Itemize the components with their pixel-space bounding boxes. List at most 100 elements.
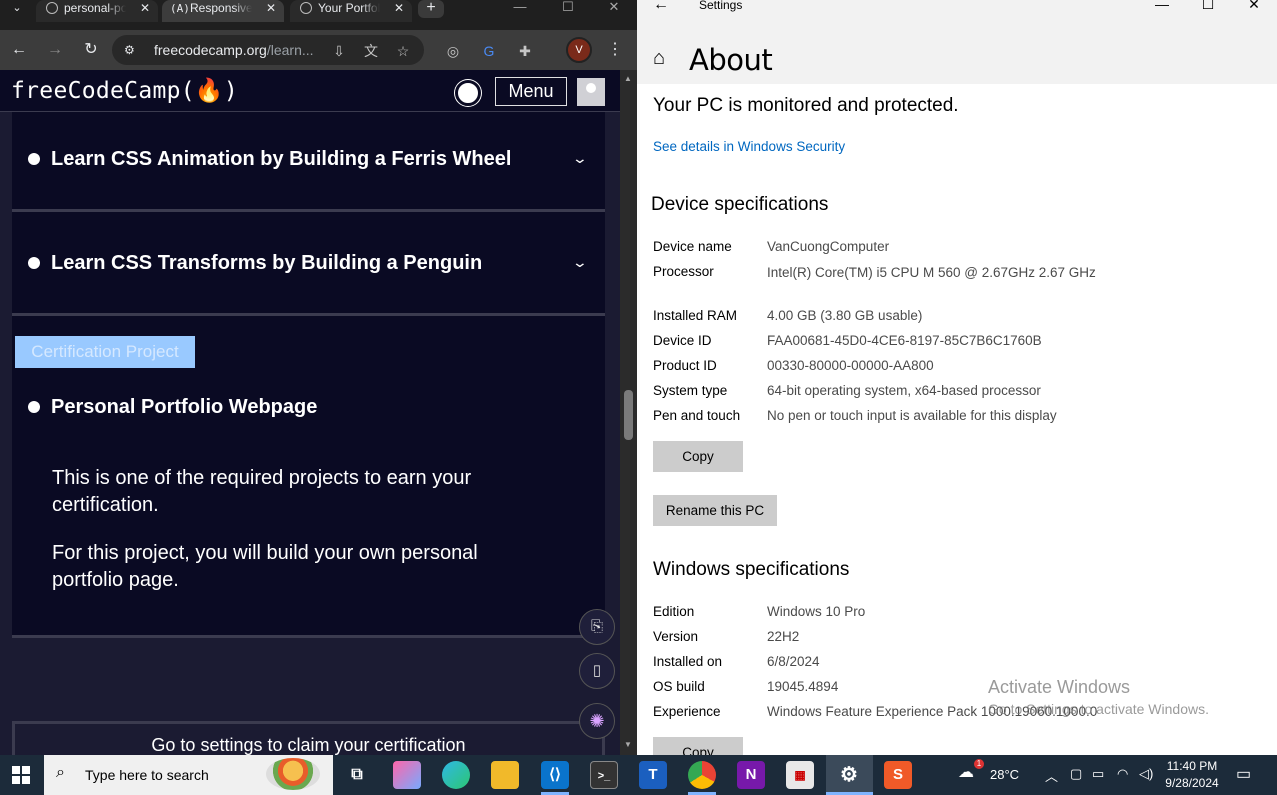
app-t-icon[interactable]: T	[639, 761, 667, 789]
reload-icon[interactable]: ↻	[79, 38, 103, 62]
page-scrollbar[interactable]: ▲ ▼	[620, 70, 637, 755]
notification-icon[interactable]: ▭	[1236, 764, 1251, 784]
block-ferris-wheel[interactable]: Learn CSS Animation by Building a Ferris…	[12, 112, 605, 209]
scroll-thumb[interactable]	[624, 390, 633, 440]
windows-security-link[interactable]: See details in Windows Security	[653, 139, 845, 154]
translate-icon[interactable]: 文	[362, 42, 380, 60]
chevron-up-icon[interactable]: ︿	[1045, 766, 1058, 785]
compass-extension-icon[interactable]: ◎	[444, 42, 462, 60]
activate-windows-hint: Go to Settings to activate Windows.	[988, 701, 1209, 717]
onenote-icon[interactable]: N	[737, 761, 765, 789]
reading-mode-icon[interactable]: ▯	[579, 653, 615, 689]
theme-toggle-button[interactable]	[455, 80, 481, 106]
site-info-icon[interactable]: ⚙	[124, 42, 140, 58]
spec-value: 22H2	[767, 629, 800, 644]
app-icon[interactable]: ▦	[786, 761, 814, 789]
install-app-icon[interactable]: ⇩	[330, 42, 348, 60]
kebab-menu-icon[interactable]: ⋮	[603, 38, 627, 62]
copy-button[interactable]: Copy	[653, 737, 743, 755]
project-title[interactable]: Personal Portfolio Webpage	[51, 396, 317, 419]
tab-your-portfolio[interactable]: Your Portfolio ✕	[290, 0, 412, 22]
minimize-button[interactable]: —	[1142, 0, 1182, 12]
translate-page-icon[interactable]: ⎘	[579, 609, 615, 645]
taskbar-clock[interactable]: 11:40 PM 9/28/2024	[1160, 758, 1224, 792]
spec-value: FAA00681-45D0-4CE6-8197-85C7B6C1760B	[767, 333, 1042, 348]
ai-assistant-brain-icon[interactable]: ✺	[579, 703, 615, 739]
maximize-button[interactable]: ☐	[548, 0, 588, 18]
scroll-down-icon[interactable]: ▼	[624, 740, 632, 749]
url-text: freecodecamp.org/learn...	[154, 42, 314, 58]
search-placeholder: Type here to search	[85, 767, 209, 783]
spec-label: Installed on	[653, 654, 723, 669]
file-explorer-icon[interactable]	[491, 761, 519, 789]
extensions-puzzle-icon[interactable]: ✚	[516, 42, 534, 60]
wifi-icon[interactable]: ◠	[1117, 766, 1128, 782]
copy-button[interactable]: Copy	[653, 441, 743, 472]
spec-value: No pen or touch input is available for t…	[767, 408, 1057, 423]
spec-label: OS build	[653, 679, 705, 694]
close-icon[interactable]: ✕	[140, 0, 150, 17]
block-penguin[interactable]: Learn CSS Transforms by Building a Pengu…	[12, 212, 605, 313]
browser-window: ⌄ personal-portfolio ✕ (A) Responsive We…	[0, 0, 637, 755]
user-avatar[interactable]	[577, 78, 605, 106]
maximize-button[interactable]: ☐	[1188, 0, 1228, 13]
window-title: Settings	[699, 0, 743, 12]
menu-button[interactable]: Menu	[495, 77, 567, 106]
close-icon[interactable]: ✕	[266, 0, 276, 17]
search-icon: ⌕	[56, 764, 65, 781]
tab-title: Responsive Web Design	[190, 1, 252, 15]
terminal-icon[interactable]: >_	[590, 761, 618, 789]
battery-icon[interactable]: ▭	[1092, 766, 1104, 782]
back-arrow-icon[interactable]: ←	[7, 38, 31, 62]
spec-label: System type	[653, 383, 728, 398]
tab-responsive-web-design[interactable]: (A) Responsive Web Design ✕	[162, 0, 284, 22]
forward-arrow-icon[interactable]: →	[43, 38, 67, 62]
meet-now-icon[interactable]: ▢	[1070, 766, 1082, 782]
chevron-down-icon[interactable]: ⌄	[572, 150, 588, 167]
weather-cloud-icon[interactable]: ☁	[958, 762, 974, 782]
fcc-navbar: freeCodeCamp(🔥) Menu	[0, 70, 620, 112]
block-title[interactable]: Learn CSS Transforms by Building a Pengu…	[51, 252, 482, 275]
copilot-icon[interactable]	[393, 761, 421, 789]
tab-search-chevron-icon[interactable]: ⌄	[6, 0, 28, 18]
spec-value: VanCuongComputer	[767, 239, 890, 254]
settings-gear-icon[interactable]: ⚙	[835, 761, 863, 789]
profile-avatar[interactable]: V	[566, 37, 592, 63]
spec-label: Product ID	[653, 358, 717, 373]
claim-certification-button[interactable]: Go to settings to claim your certificati…	[12, 721, 605, 755]
settings-header: ← Settings — ☐ ✕ ⌂ About	[637, 0, 1277, 84]
rename-pc-button[interactable]: Rename this PC	[653, 495, 777, 526]
google-translate-extension-icon[interactable]: G	[480, 42, 498, 60]
minimize-button[interactable]: —	[500, 0, 540, 18]
chevron-down-icon[interactable]: ⌄	[572, 254, 588, 271]
fcc-logo[interactable]: freeCodeCamp(🔥)	[11, 77, 238, 104]
volume-icon[interactable]: ◁)	[1139, 766, 1153, 782]
taskbar: ⌕ Type here to search ⧉ ⟨⟩ >_ T N ▦ ⚙ S …	[0, 755, 1277, 795]
weather-temp[interactable]: 28°C	[990, 767, 1019, 782]
fcc-main-content: Learn CSS Animation by Building a Ferris…	[0, 112, 620, 755]
close-window-button[interactable]: ✕	[594, 0, 634, 18]
edge-icon[interactable]	[442, 761, 470, 789]
scroll-up-icon[interactable]: ▲	[624, 74, 632, 83]
spec-value: Intel(R) Core(TM) i5 CPU M 560 @ 2.67GHz…	[767, 265, 1096, 280]
bullet-icon	[28, 257, 40, 269]
vscode-icon[interactable]: ⟨⟩	[541, 761, 569, 789]
spec-label: Processor	[653, 264, 714, 279]
task-view-icon[interactable]: ⧉	[343, 761, 371, 789]
spec-label: Pen and touch	[653, 408, 741, 423]
sublime-icon[interactable]: S	[884, 761, 912, 789]
block-title[interactable]: Learn CSS Animation by Building a Ferris…	[51, 148, 511, 171]
spec-value: 6/8/2024	[767, 654, 820, 669]
back-arrow-icon[interactable]: ←	[653, 0, 669, 14]
spec-label: Version	[653, 629, 699, 644]
chrome-icon[interactable]	[688, 761, 716, 789]
start-windows-icon[interactable]	[12, 766, 30, 784]
tab-personal-portfolio[interactable]: personal-portfolio ✕	[36, 0, 158, 22]
close-window-button[interactable]: ✕	[1234, 0, 1274, 13]
taskbar-search-box[interactable]: ⌕ Type here to search	[44, 755, 333, 795]
tab-title: personal-portfolio	[64, 1, 126, 15]
bookmark-star-icon[interactable]: ☆	[394, 42, 412, 60]
new-tab-button[interactable]: +	[418, 0, 444, 18]
certification-project-badge: Certification Project	[15, 336, 195, 368]
close-icon[interactable]: ✕	[394, 0, 404, 17]
